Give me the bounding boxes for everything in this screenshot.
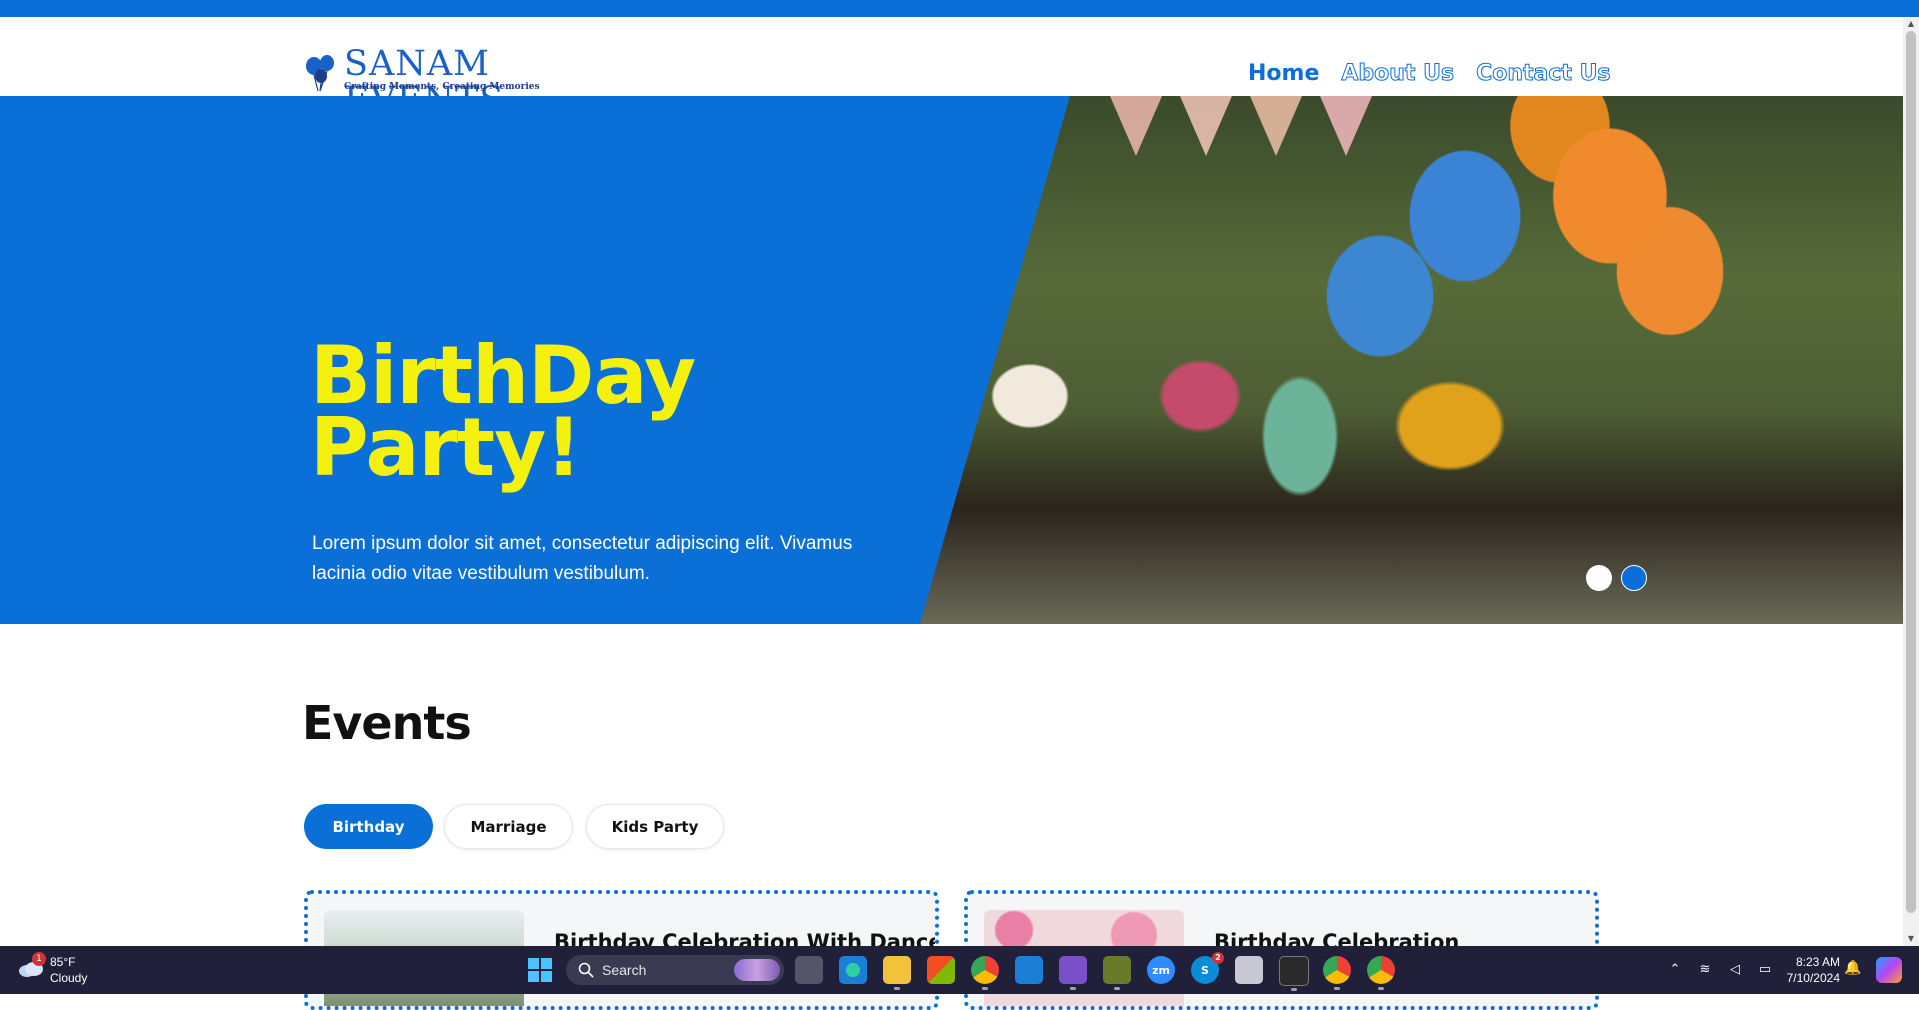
search-icon [578, 962, 594, 978]
chrome-profile-icon[interactable] [1367, 956, 1395, 990]
search-highlight-image [734, 959, 780, 981]
nav-about-link[interactable]: About Us [1341, 61, 1455, 89]
weather-widget[interactable]: 1 85°F Cloudy [16, 952, 136, 988]
chrome-profile-icon[interactable] [1323, 956, 1351, 990]
file-explorer-icon[interactable] [883, 956, 911, 990]
chevron-up-icon[interactable]: ⌃ [1666, 961, 1684, 979]
mail-icon[interactable] [1015, 956, 1043, 984]
nav-contact-link[interactable]: Contact Us [1476, 61, 1611, 89]
system-tray: ⌃ ≋ ◁ ▭ [1666, 960, 1774, 980]
skype-badge: 2 [1212, 952, 1224, 964]
bunting-flag [1110, 96, 1162, 156]
hero-banner: BirthDay Party! Lorem ipsum dolor sit am… [0, 96, 1903, 624]
weather-alert-badge: 1 [32, 952, 46, 966]
battery-icon[interactable]: ▭ [1756, 961, 1774, 979]
scrollbar-thumb[interactable] [1906, 31, 1916, 913]
carousel-dot-2[interactable] [1621, 565, 1647, 591]
wifi-icon[interactable]: ≋ [1696, 961, 1714, 979]
main-nav: Home About Us Contact Us [1248, 61, 1611, 89]
birthday-party-image [920, 96, 1903, 624]
balloons-logo-icon [306, 55, 334, 92]
task-view-icon[interactable] [795, 956, 823, 984]
tab-marriage[interactable]: Marriage [444, 804, 573, 849]
edge-browser-icon[interactable] [839, 956, 867, 984]
zoom-icon[interactable]: zm [1147, 956, 1175, 984]
snipping-tool-icon[interactable] [1235, 956, 1263, 984]
bunting-flag [1320, 96, 1372, 156]
volume-icon[interactable]: ◁ [1726, 961, 1744, 979]
site-header: SANAM EVENTS Crafting Moments, Creating … [0, 17, 1903, 118]
hero-description: Lorem ipsum dolor sit amet, consectetur … [312, 533, 853, 584]
clock-time: 8:23 AM [1795, 955, 1840, 969]
nav-home-link[interactable]: Home [1248, 61, 1319, 89]
bunting-flag [1250, 96, 1302, 156]
tab-kids-party[interactable]: Kids Party [586, 804, 724, 849]
clock-date: 7/10/2024 [1786, 971, 1840, 985]
search-label: Search [602, 962, 647, 978]
page-scrollbar[interactable]: ▲ ▼ [1903, 17, 1919, 946]
terminal-icon[interactable] [1279, 956, 1309, 991]
chrome-icon[interactable] [971, 956, 999, 990]
tools-app-icon[interactable] [1103, 956, 1131, 990]
windows-taskbar: 1 85°F Cloudy Search zm S2 ⌃ ≋ ◁ ▭ 8:23 … [0, 946, 1919, 994]
top-accent-bar [0, 0, 1919, 17]
notification-bell-icon[interactable]: 🔔 [1844, 960, 1862, 978]
microsoft-store-icon[interactable] [927, 956, 955, 984]
events-heading: Events [302, 696, 472, 750]
bunting-flag [1180, 96, 1232, 156]
carousel-dot-1[interactable] [1586, 565, 1612, 591]
hero-title: BirthDay Party! [310, 336, 696, 494]
scroll-down-arrow-icon[interactable]: ▼ [1903, 932, 1919, 946]
system-clock[interactable]: 8:23 AM 7/10/2024 [1776, 954, 1840, 986]
weather-condition: Cloudy [50, 971, 88, 985]
weather-temperature: 85°F [50, 955, 76, 969]
taskbar-search-box[interactable]: Search [566, 955, 784, 985]
brand-tagline: Crafting Moments, Creating Memories [344, 82, 540, 92]
visual-studio-icon[interactable] [1059, 956, 1087, 990]
scroll-up-arrow-icon[interactable]: ▲ [1903, 17, 1919, 31]
copilot-icon[interactable] [1876, 957, 1902, 983]
skype-icon[interactable]: S2 [1191, 952, 1224, 984]
tab-birthday[interactable]: Birthday [304, 804, 433, 849]
windows-start-icon[interactable] [528, 958, 552, 982]
brand-logo[interactable]: SANAM EVENTS Crafting Moments, Creating … [302, 33, 612, 118]
hero-title-line2: Party! [310, 401, 582, 494]
